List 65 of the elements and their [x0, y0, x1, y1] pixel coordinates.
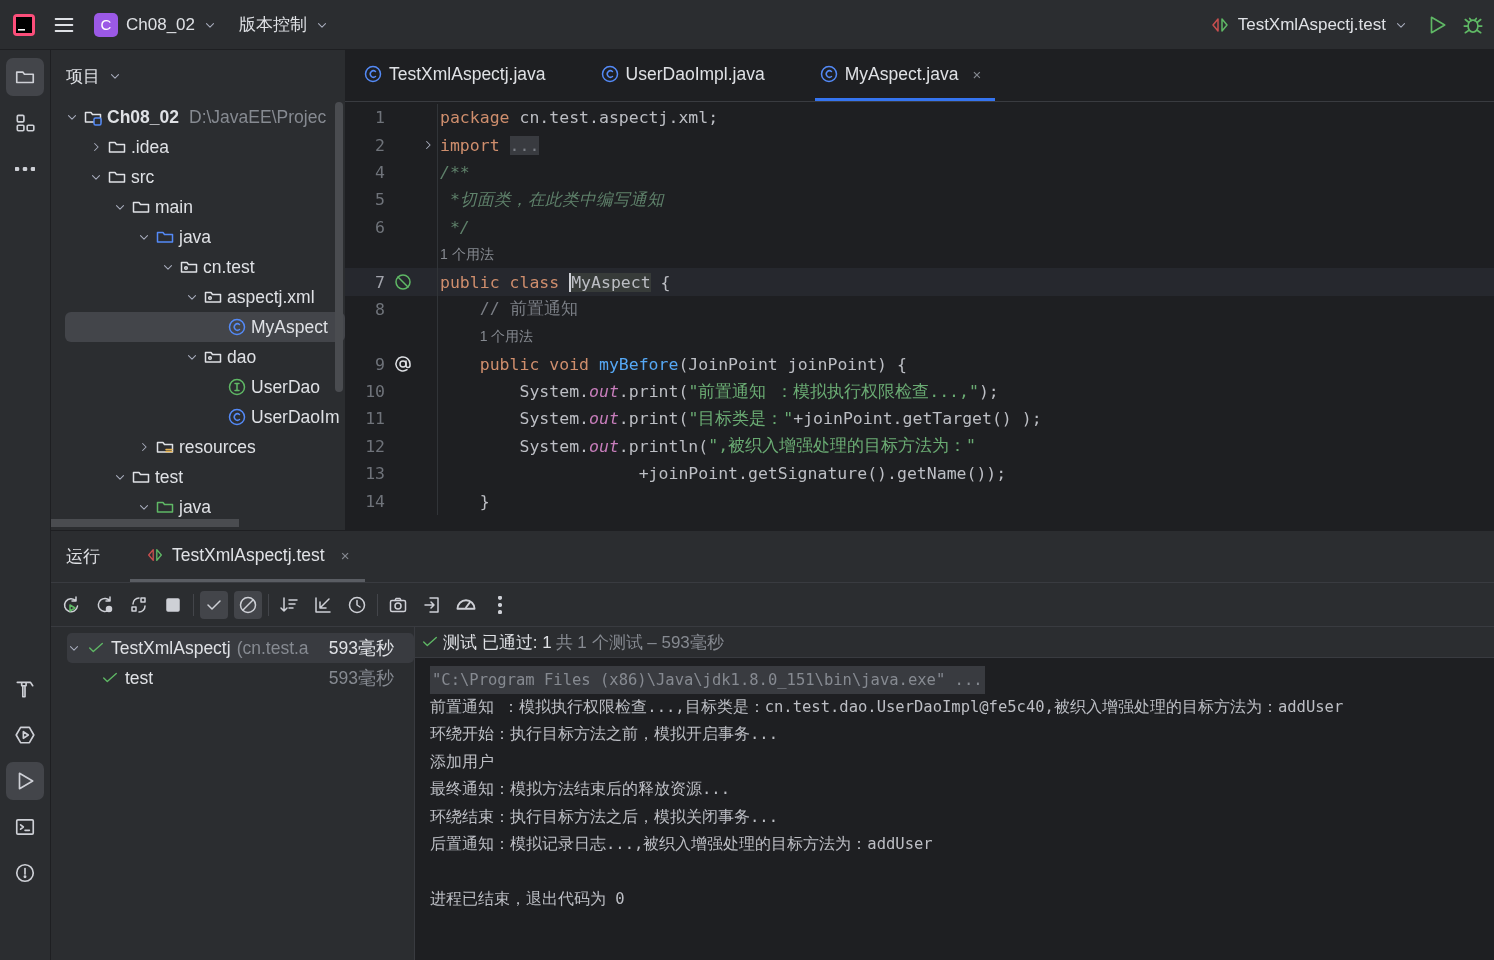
tree-item[interactable]: src — [65, 162, 345, 192]
tree-item[interactable]: UserDaoIm — [65, 402, 345, 432]
line-number: 10 — [364, 382, 385, 402]
line-number: 11 — [364, 409, 385, 429]
project-path: D:\JavaEE\Projec — [189, 106, 327, 128]
close-icon[interactable]: × — [340, 546, 350, 564]
code-line: */ — [437, 213, 470, 241]
code-line: /** — [437, 158, 470, 187]
code-line: System.out.print("前置通知 ：模拟执行权限检查...,"); — [437, 377, 999, 406]
code-line: System.out.println(",被织入增强处理的目标方法为：" — [437, 432, 977, 461]
line-number: 5 — [374, 190, 385, 210]
test-item[interactable]: test 593毫秒 — [67, 663, 414, 693]
test-status: 测试 已通过: 1 — [443, 631, 552, 654]
usage-hint: 1 个用法 — [437, 323, 534, 351]
console-line: 最终通知：模拟方法结束后的释放资源... — [430, 779, 730, 801]
line-number: 14 — [364, 491, 385, 511]
code-line: } — [437, 487, 490, 515]
tree-item[interactable]: dao — [65, 342, 345, 372]
console-line: 前置通知 ：模拟执行权限检查...,目标类是：cn.test.dao.UserDaoImpl@fe5c40,被织入增强处理的目标方法为：addUser — [430, 696, 1344, 718]
code-line: public class MyAspect { — [437, 268, 671, 296]
project-selector[interactable]: C Ch08_02 — [90, 8, 221, 41]
line-number: 8 — [374, 299, 385, 319]
code-line: // 前置通知 — [437, 295, 578, 324]
line-number: 4 — [374, 162, 385, 182]
vcs-menu[interactable]: 版本控制 — [235, 9, 333, 40]
tree-item[interactable]: resources — [65, 432, 345, 462]
code-line: System.out.print("目标类是："+joinPoint.getTarget() ); — [437, 405, 1042, 433]
line-number: 6 — [374, 217, 385, 237]
project-badge: C — [94, 12, 118, 37]
code-line: import ... — [437, 131, 540, 159]
editor-tab[interactable]: UserDaoImpl.java — [595, 50, 779, 101]
tree-item[interactable]: aspectj.xml — [65, 282, 345, 312]
run-config-selector[interactable]: TestXmlAspectj.test — [1205, 10, 1412, 39]
code-line: *切面类，在此类中编写通知 — [437, 186, 664, 214]
tree-item[interactable]: java — [65, 222, 345, 252]
console-line: 进程已结束，退出代码为 0 — [430, 889, 625, 911]
tree-item[interactable]: .idea — [65, 132, 345, 162]
line-number: 7 — [374, 272, 385, 292]
console-line: 环绕结束：执行目标方法之后，模拟关闭事务... — [430, 806, 778, 828]
test-item[interactable]: TestXmlAspectj (cn.test.a 593毫秒 — [67, 633, 414, 663]
panel-title: 运行 — [66, 546, 100, 568]
tree-item[interactable]: test — [65, 462, 345, 492]
tree-item[interactable]: main — [65, 192, 345, 222]
tree-item[interactable]: java — [65, 492, 345, 522]
console-line: 添加用户 — [430, 751, 494, 773]
close-icon[interactable]: × — [972, 65, 982, 83]
line-number: 12 — [364, 436, 385, 456]
line-number: 2 — [374, 135, 385, 155]
code-line: public void myBefore(JoinPoint joinPoint) { — [437, 350, 907, 378]
test-summary: 共 1 个测试 – 593毫秒 — [555, 631, 724, 654]
tree-item[interactable]: MyAspect — [65, 312, 345, 342]
console-line: 后置通知：模拟记录日志...,被织入增强处理的目标方法为：addUser — [430, 834, 933, 856]
tree-item[interactable]: Ch08_02 D:\JavaEE\Projec — [65, 102, 345, 132]
panel-title[interactable]: 项目 — [66, 64, 100, 88]
line-number: 1 — [374, 108, 385, 128]
code-line: +joinPoint.getSignature().getName()); — [437, 460, 1007, 488]
code-line: package cn.test.aspectj.xml; — [437, 104, 719, 132]
editor-tab[interactable]: TestXmlAspectj.java — [359, 50, 560, 101]
run-tab[interactable]: TestXmlAspectj.test × — [130, 531, 366, 582]
tree-item[interactable]: cn.test — [65, 252, 345, 282]
line-number: 13 — [364, 464, 385, 484]
editor-tab[interactable]: MyAspect.java × — [814, 50, 996, 101]
line-number: 9 — [374, 354, 385, 374]
tree-item[interactable]: UserDao — [65, 372, 345, 402]
console-line: 环绕开始：执行目标方法之前，模拟开启事务... — [430, 724, 778, 746]
